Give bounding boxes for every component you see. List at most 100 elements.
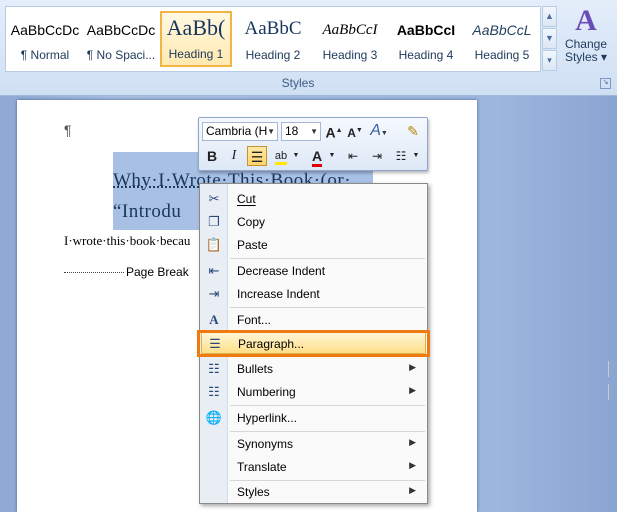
font-color-button[interactable]: A [307, 146, 327, 167]
quick-styles-gallery: AaBbCcDc ¶ Normal AaBbCcDc ¶ No Spaci...… [5, 6, 541, 72]
menu-item-label: Decrease Indent [237, 264, 326, 278]
decrease-indent-icon: ⇤ [208, 263, 220, 278]
submenu-arrow-icon: ▶ [409, 437, 416, 447]
styles-button[interactable]: A▼ [369, 121, 389, 141]
grow-font-icon: A [325, 124, 336, 141]
menu-item-bullets[interactable]: ☷ Bullets ▶ [201, 358, 426, 380]
font-size-combo[interactable]: 18 ▼ [281, 122, 321, 141]
menu-item-paste[interactable]: 📋 Paste [201, 234, 426, 256]
ribbon-styles-group: AaBbCcDc ¶ Normal AaBbCcDc ¶ No Spaci...… [0, 0, 617, 96]
font-icon: A [209, 312, 219, 327]
increase-indent-button[interactable]: ⇥ [367, 146, 387, 166]
gallery-more-button[interactable]: ▾ [542, 50, 557, 71]
page-break: Page Break [64, 265, 189, 279]
style-sample: AaBbC [244, 18, 302, 39]
style-sample: AaBbCcDc [10, 22, 80, 38]
style-label: Heading 4 [398, 48, 454, 62]
page-break-label: Page Break [126, 265, 189, 279]
menu-separator [230, 431, 425, 432]
heading-text-line2[interactable]: “Introdu [113, 201, 181, 223]
paragraph-mark: ¶ [64, 122, 72, 138]
menu-item-numbering[interactable]: ☷ Numbering ▶ [201, 381, 426, 403]
format-painter-button[interactable]: ✎ [403, 121, 423, 141]
bullets-button[interactable]: ☷ [391, 146, 411, 166]
style-heading-2[interactable]: AaBbC Heading 2 [237, 11, 309, 67]
submenu-arrow-icon: ▶ [409, 362, 416, 372]
menu-separator [230, 307, 425, 308]
menu-item-cut[interactable]: ✂ Cut [201, 188, 426, 210]
menu-item-styles[interactable]: Styles ▶ [201, 481, 426, 503]
style-label: Heading 5 [474, 48, 530, 62]
group-label: Styles [281, 76, 315, 90]
submenu-arrow-icon: ▶ [409, 385, 416, 395]
font-name-combo[interactable]: Cambria (H ▼ [202, 122, 278, 141]
style-sample: AaBbCcI [396, 22, 456, 38]
style-no-spacing[interactable]: AaBbCcDc ¶ No Spaci... [85, 11, 157, 67]
menu-item-decrease-indent[interactable]: ⇤ Decrease Indent [201, 260, 426, 282]
bullets-dropdown[interactable]: ▼ [411, 146, 421, 166]
style-sample: AaBbCcL [472, 22, 532, 38]
style-heading-1[interactable]: AaBb( Heading 1 [160, 11, 232, 67]
bold-button[interactable]: B [202, 146, 222, 166]
decrease-indent-button[interactable]: ⇤ [343, 146, 363, 166]
menu-item-label: Bullets [237, 362, 274, 376]
submenu-arrow-icon: ▶ [409, 460, 416, 470]
chevron-down-icon: ▼ [310, 127, 318, 136]
font-name-value: Cambria (H [206, 124, 268, 138]
style-heading-5[interactable]: AaBbCcL Heading 5 [466, 11, 538, 67]
paste-icon: 📋 [205, 237, 223, 252]
menu-item-label: Font... [237, 313, 272, 327]
menu-item-copy[interactable]: ❐ Copy [201, 211, 426, 233]
highlight-callout-box [197, 330, 430, 357]
style-label: ¶ Normal [20, 48, 70, 62]
center-align-button[interactable]: ☰ [247, 146, 267, 166]
shrink-font-button[interactable]: A▼ [345, 121, 365, 141]
menu-item-label: Synonyms [237, 437, 294, 451]
dialog-launcher-icon[interactable]: ↘ [600, 78, 611, 89]
menu-item-label: Styles [237, 485, 270, 499]
gallery-down-button[interactable]: ▼ [542, 28, 557, 49]
font-color-dropdown[interactable]: ▼ [327, 146, 337, 166]
submenu-arrow-icon: ▶ [409, 485, 416, 495]
menu-item-label: Numbering [237, 385, 296, 399]
decrease-indent-icon: ⇤ [347, 149, 359, 163]
change-styles-button[interactable]: A Change Styles ▾ [560, 4, 612, 74]
style-label: Heading 1 [168, 47, 224, 61]
mini-toolbar: Cambria (H ▼ 18 ▼ A▲ A▼ A▼ ✎ B I ☰ ab ▼ … [198, 117, 428, 171]
style-sample: AaBbCcDc [86, 22, 156, 38]
split-separator [608, 384, 609, 400]
numbering-icon: ☷ [208, 384, 220, 399]
menu-item-translate[interactable]: Translate ▶ [201, 456, 426, 478]
menu-item-label: Paste [237, 238, 268, 252]
gallery-up-button[interactable]: ▲ [542, 6, 557, 27]
styles-icon: A [370, 122, 381, 139]
grow-font-button[interactable]: A▲ [324, 121, 344, 141]
style-heading-4[interactable]: AaBbCcI Heading 4 [390, 11, 462, 67]
menu-item-label: Cut [237, 192, 256, 206]
style-sample: AaBb( [166, 15, 226, 40]
menu-item-synonyms[interactable]: Synonyms ▶ [201, 433, 426, 455]
style-normal[interactable]: AaBbCcDc ¶ Normal [9, 11, 81, 67]
highlight-dropdown[interactable]: ▼ [291, 146, 301, 166]
menu-item-hyperlink[interactable]: 🌐 Hyperlink... [201, 407, 426, 429]
increase-indent-icon: ⇥ [371, 149, 383, 163]
change-styles-label-line2: Styles ▾ [564, 50, 608, 64]
italic-button[interactable]: I [224, 146, 244, 166]
center-align-icon: ☰ [250, 149, 264, 165]
body-text[interactable]: I·wrote·this·book·becau [64, 233, 190, 249]
format-painter-icon: ✎ [407, 123, 419, 139]
split-separator [608, 361, 609, 377]
style-label: Heading 3 [322, 48, 378, 62]
style-heading-3[interactable]: AaBbCcI Heading 3 [314, 11, 386, 67]
hyperlink-icon: 🌐 [205, 410, 223, 425]
font-color-icon: A [311, 148, 323, 167]
font-size-value: 18 [285, 124, 299, 138]
highlighter-icon: ab [274, 150, 288, 165]
bullets-icon: ☷ [208, 361, 220, 376]
shrink-font-icon: A [347, 126, 356, 140]
menu-item-increase-indent[interactable]: ⇥ Increase Indent [201, 283, 426, 305]
copy-icon: ❐ [208, 214, 220, 229]
style-label: Heading 2 [245, 48, 301, 62]
menu-item-font[interactable]: A Font... [201, 309, 426, 331]
highlight-button[interactable]: ab [271, 146, 291, 166]
